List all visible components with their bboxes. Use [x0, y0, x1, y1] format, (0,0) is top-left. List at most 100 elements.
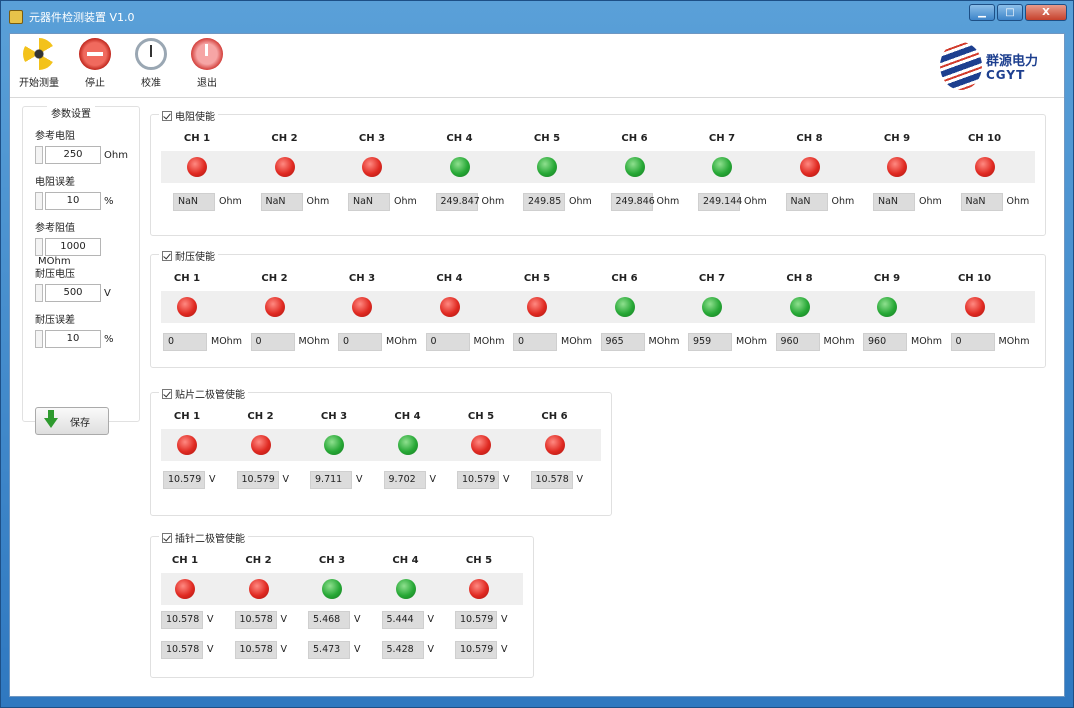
- checkbox-checked-icon[interactable]: [162, 532, 172, 543]
- clock-icon: [135, 38, 167, 70]
- channel-value: 10.578: [234, 611, 277, 629]
- param-unit: V: [104, 287, 111, 299]
- channel-label: CH 3: [320, 411, 348, 422]
- channel-label: CH 5: [465, 555, 493, 566]
- start-measure-button[interactable]: 开始测量: [14, 38, 64, 89]
- spinner-arrows[interactable]: [35, 284, 43, 302]
- channel-unit: Ohm: [394, 196, 417, 207]
- param-withstand-voltage: 耐压电压 500 V: [35, 265, 135, 302]
- calibrate-button[interactable]: 校准: [126, 38, 176, 89]
- group-smd-diode: 贴片二极管使能 CH 1 10.579 V CH 2 10.579 V CH 3 9.711 V C…: [150, 386, 612, 516]
- status-led-icon: [614, 297, 635, 317]
- channel-value: 0: [950, 333, 995, 351]
- channel-unit: V: [427, 644, 435, 655]
- spinner-arrows[interactable]: [35, 238, 43, 256]
- checkbox-checked-icon[interactable]: [162, 250, 172, 261]
- channel-label: CH 1: [173, 273, 201, 284]
- channel-label: CH 3: [318, 555, 346, 566]
- channel-value: 965: [600, 333, 645, 351]
- param-label: 参考阻值: [35, 223, 75, 234]
- params-panel: 参数设置 参考电阻 250 Ohm 电阻误差 10% 参考阻值 1000MOhm …: [22, 105, 140, 435]
- status-led-icon: [974, 157, 995, 177]
- resistance-error-input[interactable]: 10: [45, 192, 101, 210]
- channel-value: NaN: [960, 193, 1003, 211]
- status-led-icon: [352, 297, 372, 317]
- status-led-icon: [789, 297, 810, 317]
- channel-unit: V: [280, 614, 288, 625]
- spinner-arrows[interactable]: [35, 146, 43, 164]
- group-title: 电阻使能: [175, 112, 215, 123]
- channel-value: 960: [863, 333, 907, 351]
- checkbox-checked-icon[interactable]: [162, 110, 172, 121]
- status-led-icon: [177, 297, 197, 317]
- group-title: 插针二极管使能: [175, 534, 245, 545]
- download-arrow-icon: [44, 410, 58, 428]
- channel-label: CH 10: [967, 133, 1002, 144]
- group-enable-checkbox[interactable]: 插针二极管使能: [159, 530, 248, 545]
- channel-unit: Ohm: [919, 196, 942, 207]
- status-led-icon: [527, 297, 547, 317]
- channel-value: 10.579: [455, 611, 497, 629]
- spinner-arrows[interactable]: [35, 330, 43, 348]
- withstand-error-input[interactable]: 10: [45, 330, 101, 348]
- group-pin-diode: 插针二极管使能 CH 1 10.578 V 10.578 V CH 2 10.578 V 10.5…: [150, 530, 534, 678]
- channel-label: CH 9: [883, 133, 911, 144]
- channel-label: CH 1: [171, 555, 199, 566]
- ref-insulation-input[interactable]: 1000: [45, 238, 101, 256]
- channel-unit: Ohm: [481, 196, 505, 207]
- channel-value: 10.579: [455, 641, 497, 659]
- channel-unit: V: [207, 614, 214, 625]
- channel-unit: MOhm: [473, 336, 505, 347]
- group-title: 贴片二极管使能: [175, 390, 245, 401]
- channel-label: CH 2: [261, 273, 288, 284]
- channel-label: CH 2: [247, 411, 274, 422]
- channel-unit: V: [501, 614, 508, 625]
- group-enable-checkbox[interactable]: 电阻使能: [159, 108, 218, 123]
- channel-unit: V: [207, 644, 214, 655]
- channel-unit: V: [282, 474, 290, 485]
- minimize-button[interactable]: ▁: [969, 4, 995, 21]
- group-insulation: 耐压使能 CH 1 0 MOhm CH 2 0 MOhm CH 3 0 MOhm CH 4 0 MOhm…: [150, 248, 1046, 368]
- stop-label: 停止: [85, 78, 105, 89]
- channel-unit: MOhm: [211, 336, 242, 347]
- spinner-arrows[interactable]: [35, 192, 43, 210]
- fan-icon: [23, 38, 55, 70]
- group-title: 耐压使能: [175, 252, 215, 263]
- maximize-button[interactable]: □: [997, 4, 1023, 21]
- app-window: 元器件检测装置 V1.0 ▁ □ X 开始测量 停止 校准 退出 群源电力 CG…: [0, 0, 1074, 708]
- status-led-icon: [537, 157, 557, 177]
- withstand-voltage-input[interactable]: 500: [45, 284, 101, 302]
- channel-label: CH 6: [541, 411, 568, 422]
- channel-label: CH 4: [446, 133, 473, 144]
- channel-value: 249.85: [523, 193, 565, 211]
- param-label: 耐压电压: [35, 269, 75, 280]
- group-enable-checkbox[interactable]: 贴片二极管使能: [159, 386, 248, 401]
- exit-button[interactable]: 退出: [182, 38, 232, 89]
- channel-value: 10.579: [236, 471, 279, 489]
- channel-value: 5.444: [381, 611, 424, 629]
- channel-value: 249.144: [698, 193, 742, 211]
- channel-unit: V: [503, 474, 510, 485]
- group-enable-checkbox[interactable]: 耐压使能: [159, 248, 218, 263]
- params-title: 参数设置: [47, 105, 95, 120]
- checkbox-checked-icon[interactable]: [162, 388, 172, 399]
- close-button[interactable]: X: [1025, 4, 1067, 21]
- status-led-icon: [449, 157, 470, 177]
- ref-resistance-input[interactable]: 250: [45, 146, 101, 164]
- channel-unit: V: [209, 474, 216, 485]
- param-resistance-error: 电阻误差 10%: [35, 173, 135, 210]
- channel-value: 10.578: [530, 471, 573, 489]
- channel-value: 0: [425, 333, 470, 351]
- channel-unit: V: [280, 644, 288, 655]
- channel-unit: V: [354, 614, 361, 625]
- channel-value: 960: [775, 333, 820, 351]
- status-led-icon: [248, 579, 269, 599]
- channel-label: CH 9: [873, 273, 901, 284]
- save-button[interactable]: 保存: [35, 407, 109, 435]
- channel-value: 959: [688, 333, 732, 351]
- stop-button[interactable]: 停止: [70, 38, 120, 89]
- stop-icon: [79, 38, 111, 70]
- param-label: 电阻误差: [35, 177, 75, 188]
- status-led-icon: [712, 157, 732, 177]
- channel-unit: Ohm: [831, 196, 855, 207]
